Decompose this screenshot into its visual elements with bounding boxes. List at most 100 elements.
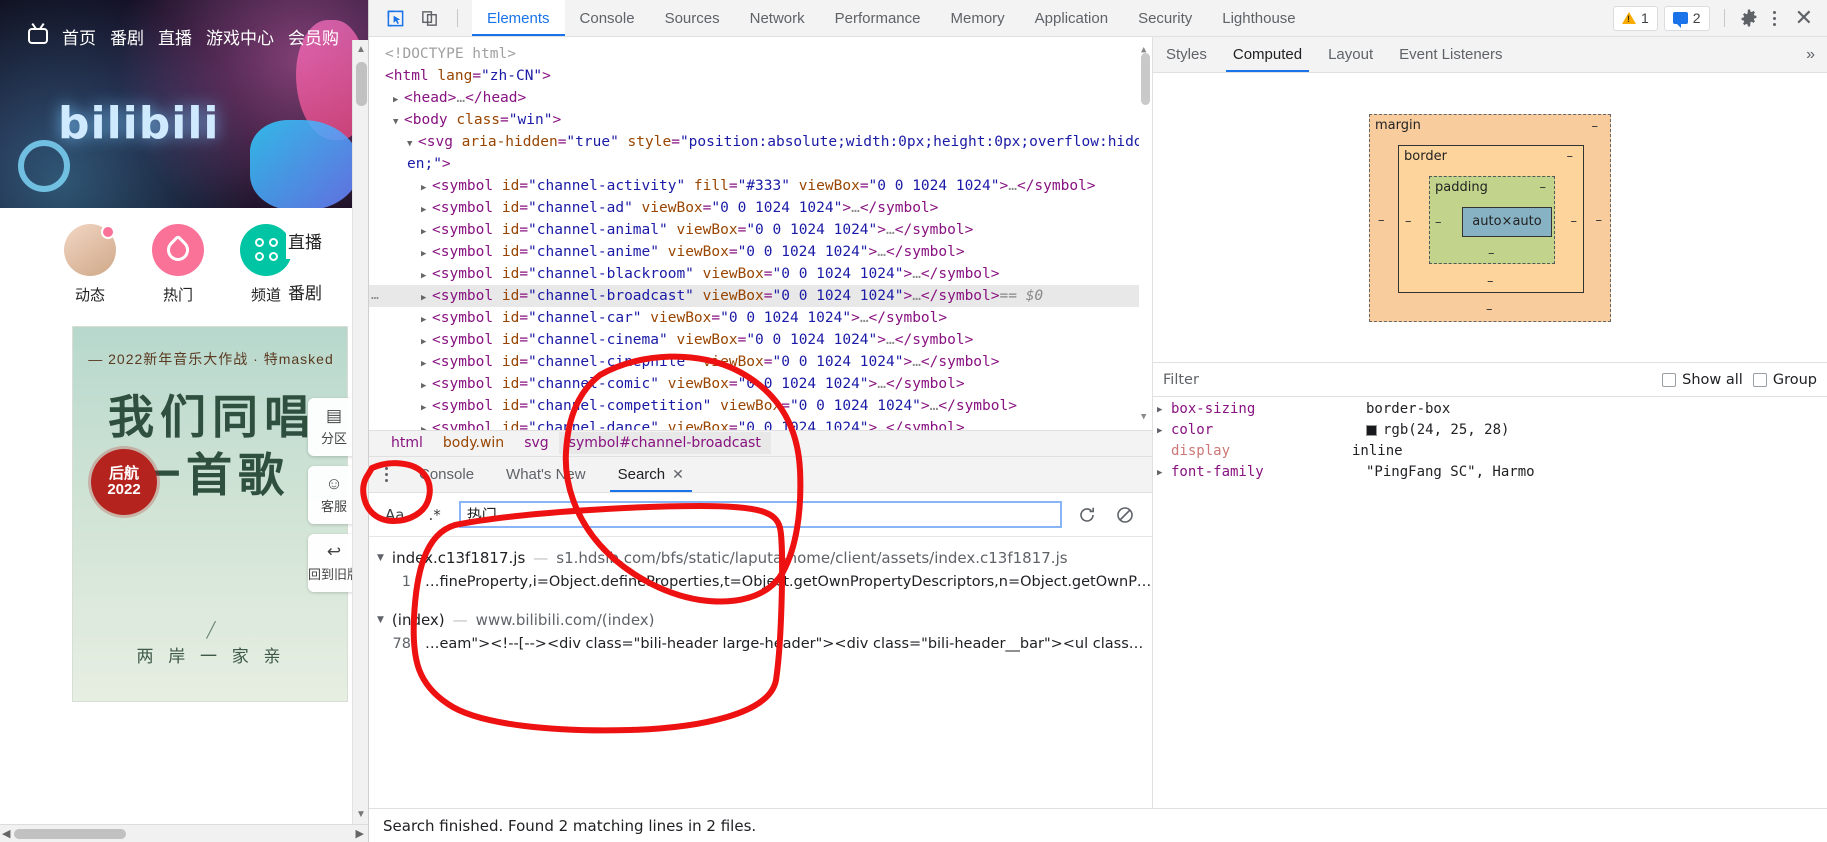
gear-icon[interactable]: [1739, 8, 1759, 28]
scroll-right-arrow-icon[interactable]: ▶: [356, 827, 364, 840]
expand-triangle-icon[interactable]: ▶: [1157, 422, 1171, 436]
tab-network[interactable]: Network: [735, 0, 820, 36]
search-result-file[interactable]: ▼ index.c13f1817.js — s1.hdslb.com/bfs/s…: [369, 545, 1152, 571]
page-horizontal-scrollbar[interactable]: ◀ ▶: [0, 824, 368, 842]
expand-triangle-icon[interactable]: ▶: [421, 353, 432, 375]
dom-row[interactable]: <html lang="zh-CN">: [369, 65, 1152, 87]
dom-row[interactable]: ▶<symbol id="channel-dance" viewBox="0 0…: [369, 417, 1152, 430]
scroll-down-arrow-icon[interactable]: ▼: [356, 809, 366, 820]
expand-triangle-icon[interactable]: ▶: [421, 309, 432, 331]
border-bottom-value[interactable]: –: [1487, 274, 1494, 289]
search-results[interactable]: ▼ index.c13f1817.js — s1.hdslb.com/bfs/s…: [369, 537, 1152, 808]
margin-top-value[interactable]: –: [1592, 119, 1599, 134]
tab-styles[interactable]: Styles: [1153, 37, 1220, 72]
search-result-line[interactable]: 1 …fineProperty,i=Object.definePropertie…: [369, 571, 1152, 593]
tab-layout[interactable]: Layout: [1315, 37, 1386, 72]
margin-right-value[interactable]: –: [1596, 213, 1603, 228]
margin-left-value[interactable]: –: [1378, 213, 1385, 228]
expand-triangle-icon[interactable]: ▶: [421, 397, 432, 419]
breadcrumb-item-body[interactable]: body.win: [433, 432, 514, 454]
drawer-kebab-menu-icon[interactable]: [369, 457, 403, 492]
nav-item-vipshop[interactable]: 会员购: [288, 24, 339, 49]
color-swatch[interactable]: [1366, 424, 1377, 436]
expand-triangle-icon[interactable]: ▶: [1157, 401, 1171, 415]
show-all-checkbox[interactable]: Show all: [1662, 372, 1743, 388]
dom-row[interactable]: ▼ <body class="win">: [369, 109, 1152, 131]
dom-tree-scroll-thumb[interactable]: [1141, 53, 1150, 105]
box-model-border[interactable]: border – – – – padding – – – –: [1398, 144, 1584, 293]
checkbox-box[interactable]: [1662, 372, 1677, 387]
expand-triangle-icon[interactable]: ▶: [421, 375, 432, 397]
border-left-value[interactable]: –: [1405, 214, 1412, 229]
warnings-badge[interactable]: 1: [1612, 5, 1658, 31]
tab-memory[interactable]: Memory: [936, 0, 1020, 36]
dom-row[interactable]: ▶ <symbol id="channel-animal" viewBox="0 …: [369, 219, 1152, 241]
box-model-padding[interactable]: padding – – – – auto×auto: [1429, 175, 1555, 264]
dom-row[interactable]: ▶ <symbol id="channel-cinephile" viewBox=…: [369, 351, 1152, 373]
computed-property-row[interactable]: ▶ box-sizing border-box: [1153, 401, 1827, 422]
expand-triangle-icon[interactable]: ▶: [421, 265, 432, 287]
border-right-value[interactable]: –: [1571, 214, 1578, 229]
dom-row[interactable]: ▶ <symbol id="channel-anime" viewBox="0 0…: [369, 241, 1152, 263]
dom-row[interactable]: ▶ <symbol id="channel-activity" fill="#33…: [369, 175, 1152, 197]
channel-dynamic[interactable]: 动态: [58, 223, 122, 305]
inspect-cursor-icon[interactable]: [381, 4, 409, 32]
tv-logo-icon[interactable]: [28, 28, 48, 44]
tab-console[interactable]: Console: [565, 0, 650, 36]
scroll-down-arrow-icon[interactable]: ▼: [1141, 406, 1146, 428]
close-icon[interactable]: ✕: [1791, 7, 1817, 29]
padding-left-value[interactable]: –: [1435, 215, 1442, 230]
expand-triangle-icon[interactable]: ▶: [421, 419, 432, 430]
refresh-icon[interactable]: [1074, 502, 1100, 528]
channel-hot[interactable]: 热门: [146, 223, 210, 305]
dom-row[interactable]: ▶ <symbol id="channel-car" viewBox="0 0 1…: [369, 307, 1152, 329]
chevron-right-double-icon[interactable]: »: [1794, 37, 1827, 72]
group-checkbox[interactable]: Group: [1752, 372, 1817, 388]
drawer-tab-search[interactable]: Search ✕: [602, 457, 700, 492]
expand-triangle-icon[interactable]: ▶: [393, 89, 404, 111]
scroll-left-arrow-icon[interactable]: ◀: [2, 827, 10, 840]
row-more-icon[interactable]: …: [371, 285, 387, 307]
drawer-tab-console[interactable]: Console: [403, 457, 490, 492]
dom-row[interactable]: ▶ <head>…</head>: [369, 87, 1152, 109]
nav-item-bangumi[interactable]: 番剧: [110, 24, 144, 49]
computed-property-row[interactable]: display inline: [1153, 443, 1827, 464]
breadcrumb-item-svg[interactable]: svg: [514, 432, 558, 454]
dom-tree-scrollbar[interactable]: ▲ ▼: [1139, 37, 1152, 430]
match-case-button[interactable]: Aa: [379, 504, 410, 526]
expand-triangle-icon[interactable]: ▶: [421, 287, 432, 309]
tab-application[interactable]: Application: [1020, 0, 1123, 36]
box-model-content[interactable]: auto×auto: [1462, 206, 1552, 237]
nav-item-gamecenter[interactable]: 游戏中心: [206, 24, 274, 49]
nav-item-home[interactable]: 首页: [62, 24, 96, 49]
computed-properties-list[interactable]: ▶ box-sizing border-box ▶ color rgb(24, …: [1153, 397, 1827, 808]
nav-item-live[interactable]: 直播: [158, 24, 192, 49]
computed-property-row[interactable]: ▶ font-family "PingFang SC", Harmo: [1153, 464, 1827, 485]
dom-row[interactable]: ▶ <symbol id="channel-competition" viewBo…: [369, 395, 1152, 417]
search-result-file[interactable]: ▼ (index) — www.bilibili.com/(index): [369, 607, 1152, 633]
collapse-triangle-icon[interactable]: ▼: [377, 615, 384, 625]
tab-lighthouse[interactable]: Lighthouse: [1207, 0, 1310, 36]
device-toggle-icon[interactable]: [415, 4, 443, 32]
breadcrumb-item-html[interactable]: html: [381, 432, 433, 454]
computed-property-row[interactable]: ▶ color rgb(24, 25, 28): [1153, 422, 1827, 443]
clear-icon[interactable]: [1112, 502, 1138, 528]
dom-row[interactable]: ▶ <symbol id="channel-comic" viewBox="0 0…: [369, 373, 1152, 395]
dom-row[interactable]: ▶ <symbol id="channel-blackroom" viewBox=…: [369, 263, 1152, 285]
margin-bottom-value[interactable]: –: [1486, 302, 1493, 317]
search-result-line[interactable]: 78 …eam"><!--[--><div class="bili-header…: [369, 633, 1152, 655]
padding-bottom-value[interactable]: –: [1488, 246, 1495, 261]
close-icon[interactable]: ✕: [672, 466, 684, 483]
search-input[interactable]: 热门: [458, 501, 1062, 528]
tab-elements[interactable]: Elements: [472, 0, 565, 36]
filter-input[interactable]: Filter: [1163, 372, 1652, 388]
drawer-tab-whatsnew[interactable]: What's New: [490, 457, 602, 492]
page-vertical-scrollbar[interactable]: ▲ ▼: [352, 40, 368, 824]
expand-triangle-icon[interactable]: ▶: [421, 177, 432, 199]
collapse-triangle-icon[interactable]: ▼: [377, 553, 384, 563]
messages-badge[interactable]: 2: [1663, 5, 1710, 31]
tab-sources[interactable]: Sources: [650, 0, 735, 36]
box-model-margin[interactable]: margin – – – – border – – – – padding – …: [1369, 113, 1611, 322]
padding-top-value[interactable]: –: [1540, 180, 1547, 195]
tab-performance[interactable]: Performance: [820, 0, 936, 36]
